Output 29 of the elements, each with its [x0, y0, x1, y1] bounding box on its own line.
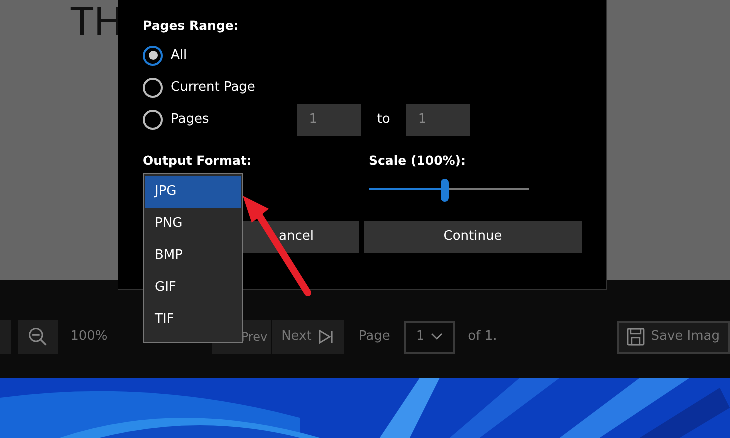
dropdown-option[interactable]: JPG: [145, 176, 241, 208]
next-icon: [318, 329, 334, 345]
next-page-button[interactable]: Next: [272, 320, 344, 354]
zoom-out-button[interactable]: [18, 320, 58, 354]
page-count: of 1.: [468, 328, 498, 346]
save-image-button[interactable]: Save Imag: [617, 320, 730, 354]
chevron-down-icon: [431, 333, 444, 341]
radio-button[interactable]: [143, 78, 163, 98]
section-label: Output Format:: [143, 152, 253, 170]
section-label: Pages Range:: [143, 17, 240, 35]
page-label: Page: [358, 328, 390, 346]
to-label: to: [377, 111, 390, 129]
zoom-level: 100%: [70, 328, 108, 346]
radio-label: Pages: [171, 111, 210, 129]
slider-thumb[interactable]: [441, 178, 449, 202]
page-select[interactable]: 1: [404, 320, 456, 354]
continue-button[interactable]: Continue: [364, 220, 582, 252]
radio-label: All: [171, 47, 188, 65]
slider-track[interactable]: [369, 178, 529, 198]
radio-button[interactable]: [143, 110, 163, 130]
radio-button[interactable]: [143, 46, 163, 66]
dropdown-option[interactable]: TIF: [145, 304, 241, 336]
zoom-out-icon: [28, 326, 48, 348]
page-value: 1: [416, 328, 425, 346]
radio-label: Current Page: [171, 79, 256, 97]
section-label: Scale (100%):: [369, 152, 468, 170]
page-from-field[interactable]: 1: [297, 104, 362, 136]
dropdown-option[interactable]: GIF: [145, 272, 241, 304]
page-to-field[interactable]: 1: [406, 104, 470, 136]
